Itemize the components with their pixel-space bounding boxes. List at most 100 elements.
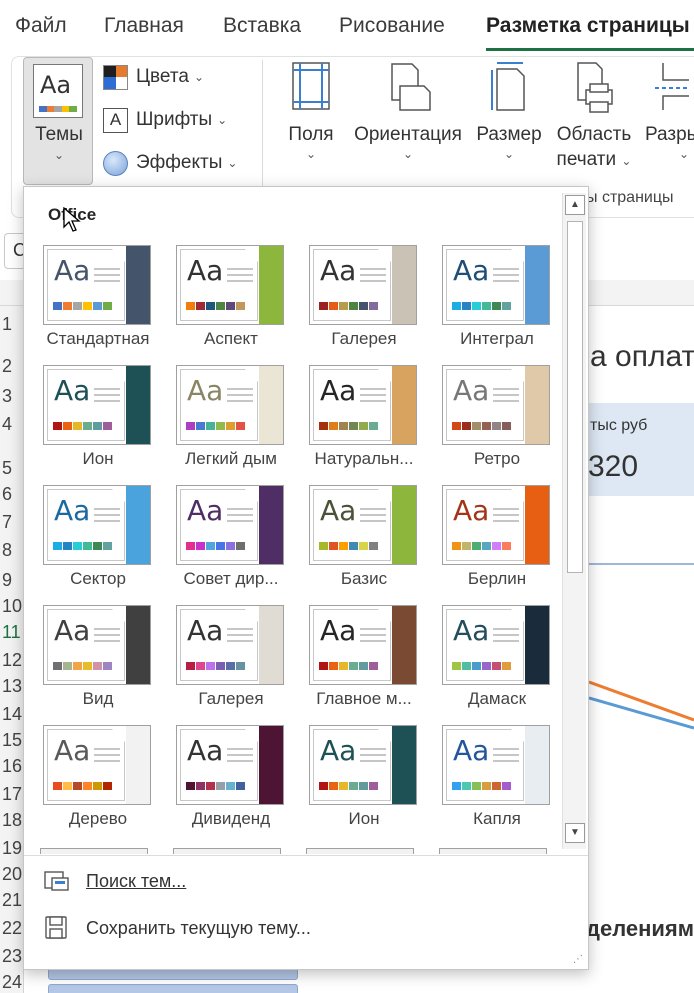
row-number[interactable]: 1 [2, 314, 12, 335]
row-number[interactable]: 13 [2, 676, 22, 697]
theme-item[interactable]: Aa Ретро [433, 365, 561, 481]
theme-color-swatches [319, 782, 379, 790]
theme-color-swatches [53, 542, 113, 550]
theme-item[interactable]: Aa Легкий дым [167, 365, 295, 481]
theme-accent-band [126, 606, 150, 684]
theme-accent-band [392, 366, 416, 444]
theme-text-lines [94, 508, 120, 526]
theme-thumbnail: Aa [176, 365, 284, 445]
theme-swatch [226, 302, 235, 310]
margins-button[interactable]: Поля ⌄ [286, 60, 336, 161]
theme-accent-band [126, 366, 150, 444]
theme-item[interactable]: Aa Капля [433, 725, 561, 841]
theme-item[interactable]: Aa Дерево [34, 725, 162, 841]
row-number[interactable]: 16 [2, 756, 22, 777]
tab-draw[interactable]: Рисование [339, 14, 445, 38]
theme-swatch [319, 302, 328, 310]
theme-item[interactable]: Aa Аспект [167, 245, 295, 361]
theme-color-swatches [319, 302, 379, 310]
scroll-thumb[interactable] [567, 221, 583, 573]
theme-item[interactable]: Aa Интеграл [433, 245, 561, 361]
colors-button[interactable]: Цвета ⌄ [103, 63, 204, 91]
theme-item[interactable]: Aa Совет дир... [167, 485, 295, 601]
row-number[interactable]: 11 [2, 622, 21, 643]
theme-swatch [319, 542, 328, 550]
row-number[interactable]: 19 [2, 838, 22, 859]
theme-thumbnail: Aa [176, 605, 284, 685]
themes-button[interactable]: Aa Темы ⌄ [23, 57, 93, 185]
row-number[interactable]: 5 [2, 458, 12, 479]
theme-item[interactable]: Aa Берлин [433, 485, 561, 601]
row-number[interactable]: 4 [2, 414, 12, 435]
theme-swatch [63, 302, 72, 310]
row-headers: 1 2 3 4 5 6 7 8 9 10 11 12 13 14 15 16 1… [0, 306, 24, 993]
scroll-down-button[interactable]: ▼ [565, 823, 585, 843]
theme-swatch [196, 782, 205, 790]
row-number[interactable]: 24 [2, 972, 22, 993]
row-number[interactable]: 17 [2, 784, 22, 805]
slicer-item[interactable] [48, 984, 298, 993]
print-area-line2: печати [556, 149, 617, 170]
tab-home[interactable]: Главная [104, 14, 184, 38]
theme-swatch [186, 662, 195, 670]
effects-button[interactable]: Эффекты ⌄ [103, 149, 237, 177]
theme-swatch [236, 302, 245, 310]
theme-swatch [452, 542, 461, 550]
theme-item[interactable]: Aa Ион [34, 365, 162, 481]
theme-item[interactable]: Aa Базис [300, 485, 428, 601]
theme-item[interactable]: Aa Натуральн... [300, 365, 428, 481]
page-fold-icon [378, 489, 392, 503]
row-number[interactable]: 3 [2, 386, 12, 407]
theme-item[interactable]: Aa Галерея [167, 605, 295, 721]
theme-item[interactable]: Aa Дамаск [433, 605, 561, 721]
theme-swatch [472, 662, 481, 670]
tab-file[interactable]: Файл [15, 14, 67, 38]
row-number[interactable]: 20 [2, 864, 22, 885]
save-theme-button[interactable]: Сохранить текущую тему... [44, 914, 311, 942]
size-button[interactable]: Размер ⌄ [474, 60, 544, 161]
theme-swatch [482, 662, 491, 670]
row-number[interactable]: 18 [2, 810, 22, 831]
breaks-button[interactable]: Разры ⌄ [645, 60, 694, 161]
row-number[interactable]: 10 [2, 596, 22, 617]
theme-accent-band [392, 726, 416, 804]
tab-insert[interactable]: Вставка [223, 14, 301, 38]
theme-text-lines [94, 748, 120, 766]
theme-accent-band [126, 246, 150, 324]
row-number[interactable]: 8 [2, 540, 12, 561]
orientation-button[interactable]: Ориентация ⌄ [350, 60, 466, 161]
theme-item[interactable]: Aa Галерея [300, 245, 428, 361]
row-number[interactable]: 21 [2, 890, 22, 911]
scroll-up-button[interactable]: ▲ [565, 195, 585, 215]
fonts-button[interactable]: A Шрифты ⌄ [103, 106, 227, 134]
row-number[interactable]: 7 [2, 512, 12, 533]
ribbon-tabs: Файл Главная Вставка Рисование Разметка … [0, 0, 694, 52]
theme-swatch [186, 782, 195, 790]
row-number[interactable]: 22 [2, 918, 22, 939]
theme-swatch [83, 782, 92, 790]
search-themes-button[interactable]: Поиск тем... [44, 867, 186, 895]
row-number[interactable]: 14 [2, 704, 22, 725]
row-number[interactable]: 12 [2, 650, 22, 671]
theme-item[interactable]: Aa Дивиденд [167, 725, 295, 841]
resize-grip-icon[interactable]: ⋰ [573, 954, 583, 965]
row-number[interactable]: 23 [2, 946, 22, 967]
row-number[interactable]: 9 [2, 570, 12, 591]
theme-thumbnail: Aa [442, 605, 550, 685]
tab-page-layout[interactable]: Разметка страницы [486, 14, 694, 51]
theme-name: Дивиденд [191, 809, 271, 828]
theme-swatch [53, 422, 62, 430]
row-number[interactable]: 2 [2, 356, 12, 377]
row-number[interactable]: 6 [2, 484, 12, 505]
theme-text-lines [360, 388, 386, 406]
theme-item[interactable]: Aa Стандартная [34, 245, 162, 361]
theme-swatch [216, 782, 225, 790]
print-area-button[interactable]: Область печати ⌄ [553, 60, 635, 174]
theme-swatch [53, 782, 62, 790]
theme-item[interactable]: Aa Вид [34, 605, 162, 721]
gallery-scrollbar[interactable]: ▲ ▼ [562, 193, 586, 849]
theme-item[interactable]: Aa Главное м... [300, 605, 428, 721]
theme-item[interactable]: Aa Ион [300, 725, 428, 841]
theme-item[interactable]: Aa Сектор [34, 485, 162, 601]
row-number[interactable]: 15 [2, 730, 22, 751]
